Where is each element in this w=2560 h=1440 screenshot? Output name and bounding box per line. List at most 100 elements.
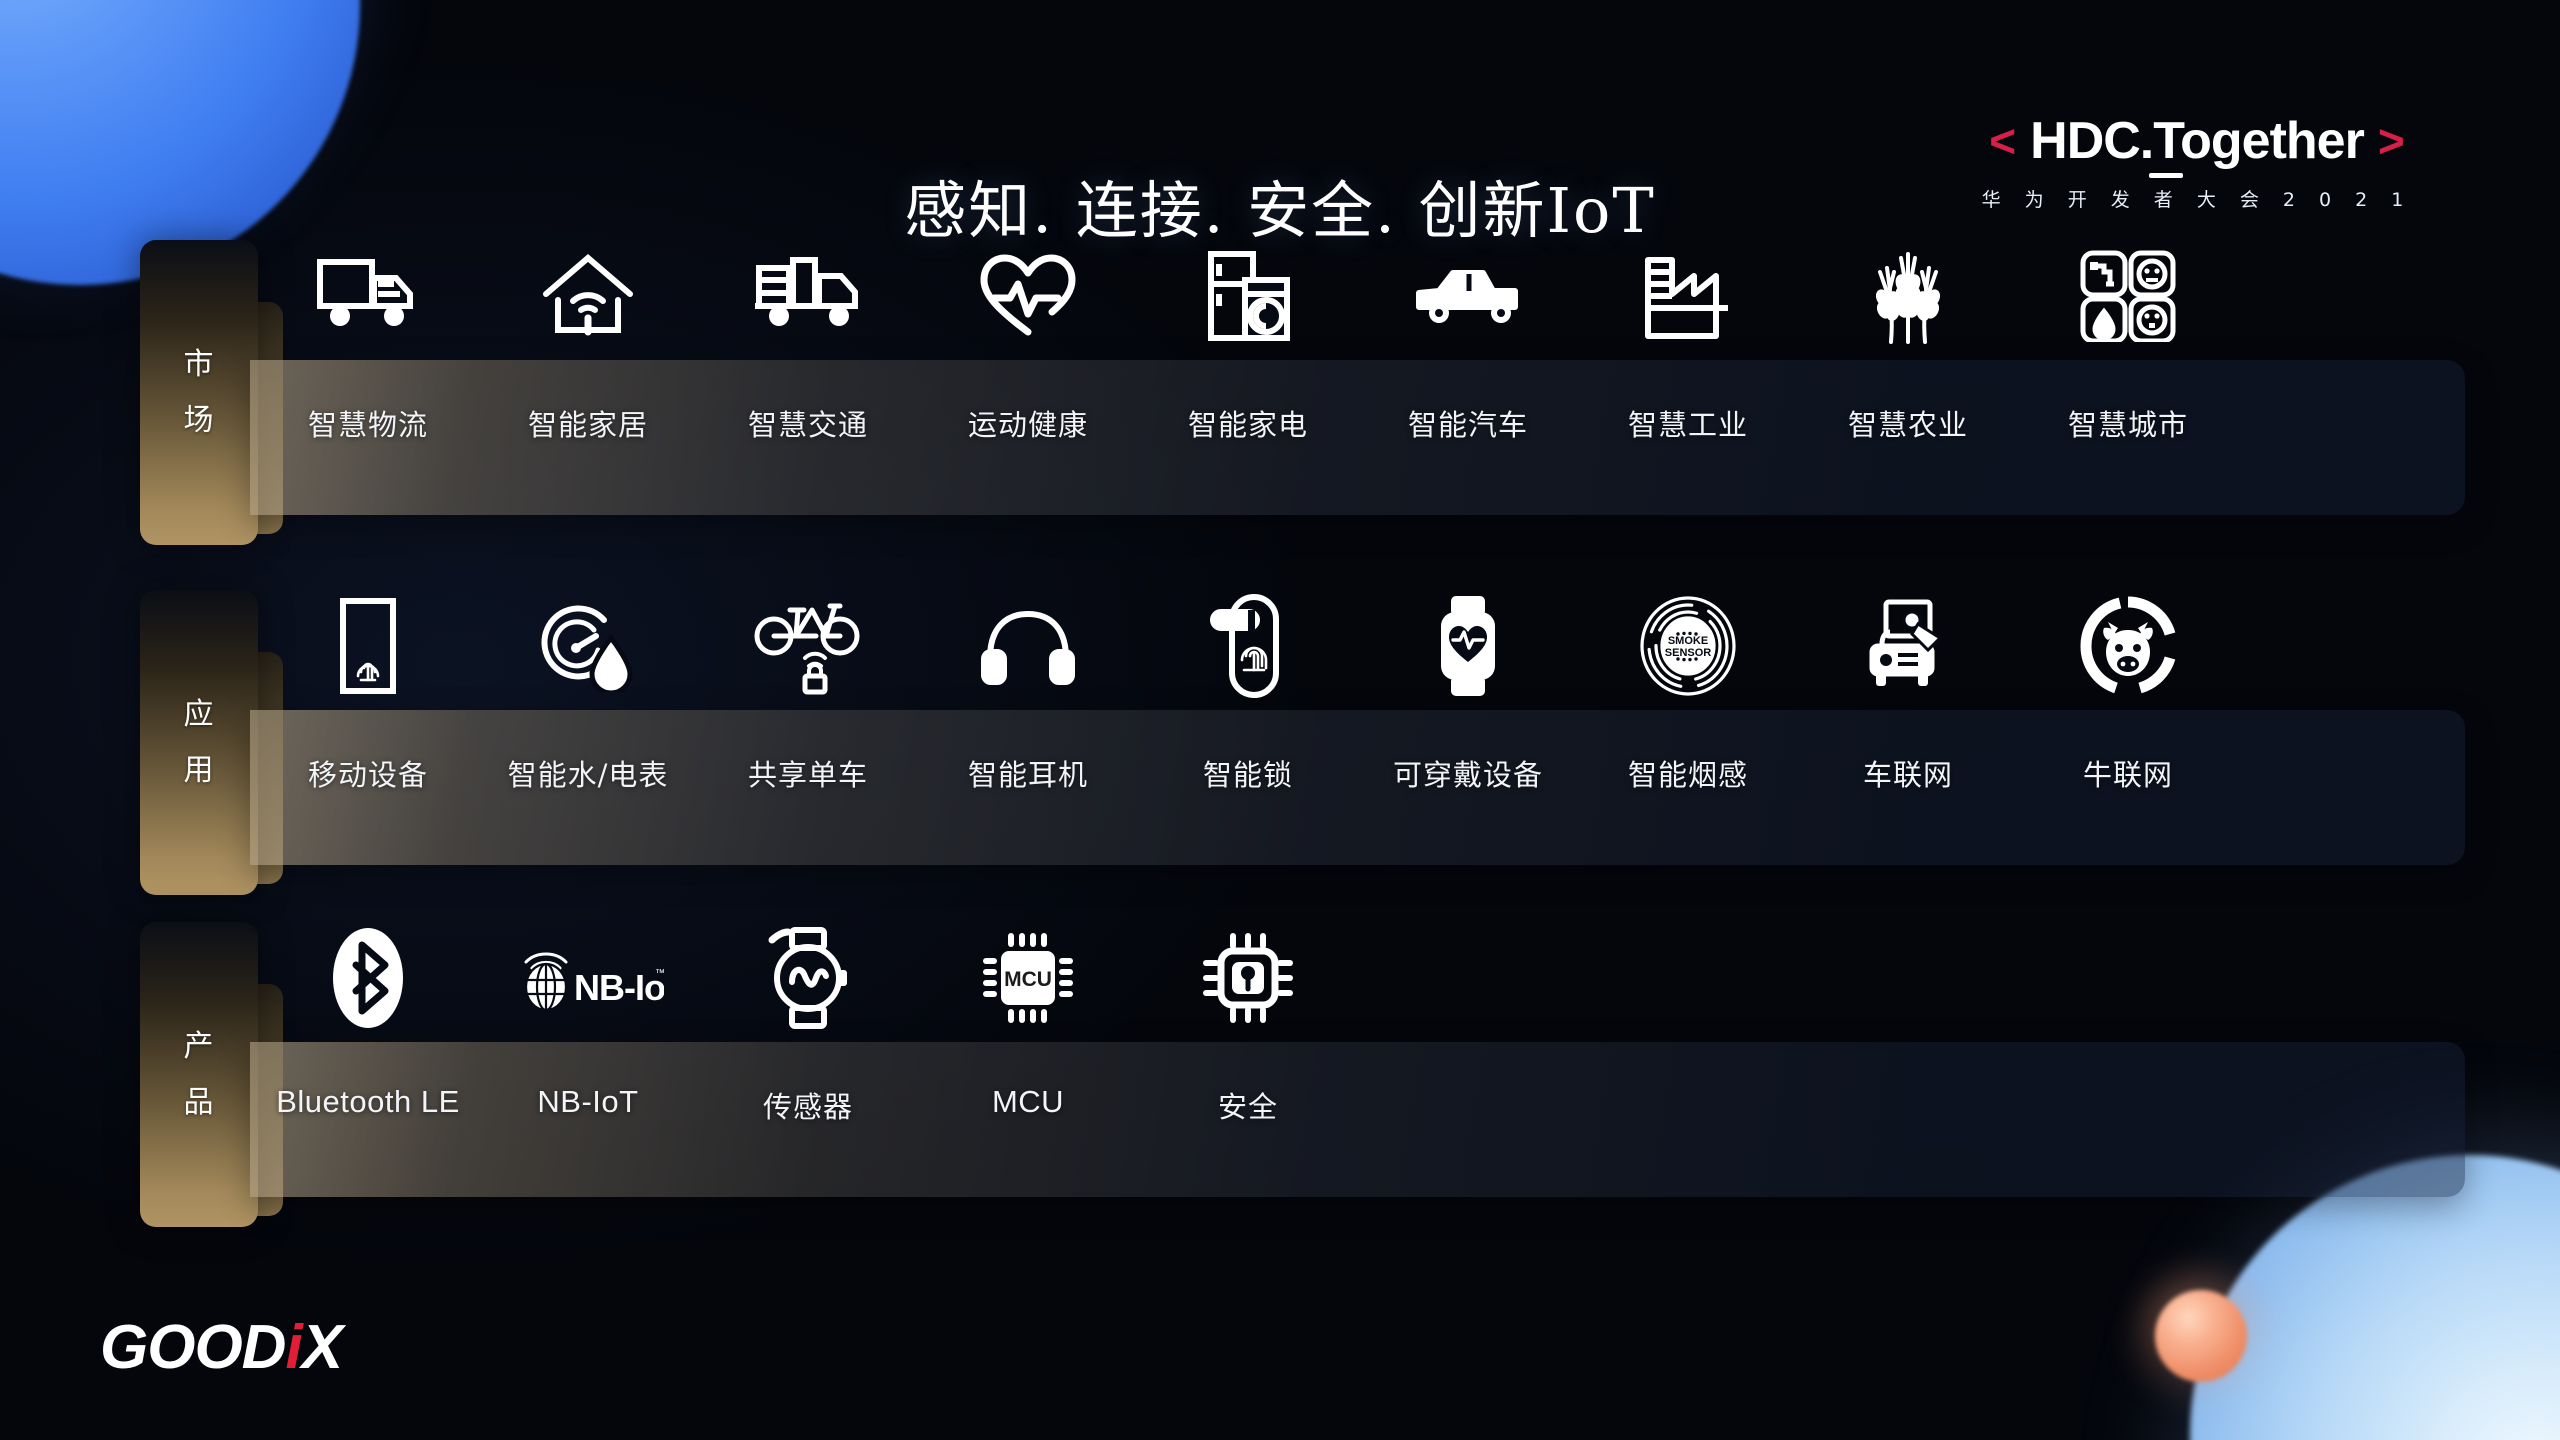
item-label: 智慧农业 <box>1847 408 1968 442</box>
item-security[interactable]: 安全 <box>1138 912 1358 1126</box>
item-smart-smoke-sensor[interactable]: SMOKE SENSOR 智能烟感 <box>1578 580 1798 794</box>
item-smart-transport[interactable]: 智慧交通 <box>698 230 918 444</box>
left-chevron-icon: < <box>1989 115 2017 167</box>
row-items-product: Bluetooth LE NB-Io ™ NB-IoT 传感器 MCU MCU … <box>258 912 1358 1126</box>
item-shared-bike[interactable]: 共享单车 <box>698 580 918 794</box>
item-connected-car[interactable]: 车联网 <box>1798 580 2018 794</box>
item-label: MCU <box>991 1084 1065 1119</box>
row-label-application-text: 应 用 <box>140 590 258 895</box>
headphones-icon <box>980 580 1076 712</box>
car-icon <box>1413 230 1523 362</box>
item-label: 智慧物流 <box>307 408 428 442</box>
item-smart-logistics[interactable]: 智慧物流 <box>258 230 478 444</box>
item-connected-cattle[interactable]: 牛联网 <box>2018 580 2238 794</box>
goodix-logo: G OOD i X <box>100 1312 343 1383</box>
item-smart-industry[interactable]: 智慧工业 <box>1578 230 1798 444</box>
item-label: 传感器 <box>762 1090 853 1124</box>
item-label: 智能水/电表 <box>507 758 669 792</box>
smoke-sensor-icon: SMOKE SENSOR <box>1638 580 1738 712</box>
goodix-i-accent: i <box>285 1313 302 1382</box>
item-sensor[interactable]: 传感器 <box>698 912 918 1126</box>
factory-icon <box>1642 230 1734 362</box>
item-smart-earphone[interactable]: 智能耳机 <box>918 580 1138 794</box>
right-chevron-icon: > <box>2377 115 2405 167</box>
hdc-conference-logo: < HDC.Together > 华 为 开 发 者 大 会 2 0 2 1 <box>1962 115 2432 212</box>
item-bluetooth-le[interactable]: Bluetooth LE <box>258 912 478 1126</box>
item-smart-lock[interactable]: 智能锁 <box>1138 580 1358 794</box>
goodix-g: G <box>100 1313 148 1382</box>
item-label: 智能汽车 <box>1407 408 1528 442</box>
item-label: 移动设备 <box>307 758 428 792</box>
row-label-product-text: 产 品 <box>140 922 258 1227</box>
mcu-chip-icon: MCU <box>979 912 1077 1044</box>
item-smart-agriculture[interactable]: 智慧农业 <box>1798 230 2018 444</box>
item-label: 智慧工业 <box>1627 408 1748 442</box>
item-label: 智能家电 <box>1187 408 1308 442</box>
item-label: 智慧城市 <box>2067 408 2188 442</box>
svg-text:™: ™ <box>655 968 664 979</box>
item-label: 智能耳机 <box>967 758 1088 792</box>
sensor-watch-icon <box>766 912 850 1044</box>
item-label: 运动健康 <box>967 408 1088 442</box>
mcu-chip-label: MCU <box>1004 968 1052 991</box>
item-label: 牛联网 <box>2082 758 2173 792</box>
row-label-application: 应 用 <box>140 590 258 895</box>
shared-bike-lock-icon <box>754 580 862 712</box>
hdc-wordmark: HDC.Together <box>2030 112 2365 178</box>
smoke-sensor-label-line2: SENSOR <box>1665 647 1712 659</box>
fridge-washer-icon <box>1205 230 1291 362</box>
row-items-market: 智慧物流 智能家居 智慧交通 运动健康 智能家电 智能汽车 智慧工业 智慧农业 … <box>258 230 2238 444</box>
hdc-subtitle: 华 为 开 发 者 大 会 2 0 2 1 <box>1981 189 2413 211</box>
item-label: 智能烟感 <box>1627 758 1748 792</box>
wheat-icon <box>1861 230 1955 362</box>
item-label: 可穿戴设备 <box>1392 758 1543 792</box>
water-meter-gauge-icon <box>538 580 638 712</box>
item-label: 智能锁 <box>1202 758 1293 792</box>
item-label: 智慧交通 <box>747 408 868 442</box>
item-label: 车联网 <box>1862 758 1953 792</box>
item-wearable-device[interactable]: 可穿戴设备 <box>1358 580 1578 794</box>
row-label-char: 用 <box>183 752 215 788</box>
item-smart-car[interactable]: 智能汽车 <box>1358 230 1578 444</box>
row-label-market-text: 市 场 <box>140 240 258 545</box>
bluetooth-icon <box>329 912 407 1044</box>
item-sports-health[interactable]: 运动健康 <box>918 230 1138 444</box>
item-smart-city[interactable]: 智慧城市 <box>2018 230 2238 444</box>
item-mcu[interactable]: MCU MCU <box>918 912 1138 1126</box>
hdc-c-underline <box>2149 173 2184 178</box>
heart-pulse-icon <box>978 230 1078 362</box>
item-smart-appliance[interactable]: 智能家电 <box>1138 230 1358 444</box>
smart-home-wifi-icon <box>540 230 636 362</box>
item-label: 安全 <box>1217 1090 1278 1124</box>
row-label-market: 市 场 <box>140 240 258 545</box>
connected-cattle-icon <box>2078 580 2178 712</box>
item-smart-home[interactable]: 智能家居 <box>478 230 698 444</box>
coral-sphere <box>2155 1290 2247 1382</box>
item-smart-water-meter[interactable]: 智能水/电表 <box>478 580 698 794</box>
row-label-char: 产 <box>183 1028 215 1064</box>
door-lock-fingerprint-icon <box>1210 580 1286 712</box>
bottom-right-light-sphere <box>2190 1155 2560 1440</box>
smoke-sensor-label-line1: SMOKE <box>1668 635 1708 647</box>
item-nb-iot[interactable]: NB-IoT ™ NB-IoT <box>478 912 698 1126</box>
row-label-char: 品 <box>183 1084 215 1120</box>
phone-fingerprint-icon <box>339 580 397 712</box>
connected-car-icon <box>1860 580 1956 712</box>
item-label: 共享单车 <box>747 758 868 792</box>
smartwatch-heart-icon <box>1433 580 1503 712</box>
slide-canvas: 感知. 连接. 安全. 创新IoT < HDC.Together > 华 为 开… <box>0 0 2560 1440</box>
row-label-char: 市 <box>183 346 215 382</box>
goodix-ood: OOD <box>147 1313 286 1382</box>
city-utilities-grid-icon <box>2080 230 2176 362</box>
row-label-product: 产 品 <box>140 922 258 1227</box>
nb-iot-icon: NB-IoT ™ <box>512 912 664 1044</box>
row-label-char: 应 <box>183 696 215 732</box>
hdc-wordmark-text: HDC.Together <box>2030 112 2365 170</box>
item-label: 智能家居 <box>527 408 648 442</box>
row-items-application: 移动设备 智能水/电表 共享单车 智能耳机 智能锁 可穿戴设备 SMOKE SE… <box>258 580 2238 794</box>
item-mobile-device[interactable]: 移动设备 <box>258 580 478 794</box>
item-label: Bluetooth LE <box>276 1084 460 1119</box>
cargo-truck-icon <box>753 230 863 362</box>
item-label: NB-IoT <box>537 1084 639 1119</box>
coral-sphere-glow <box>2135 1270 2267 1402</box>
